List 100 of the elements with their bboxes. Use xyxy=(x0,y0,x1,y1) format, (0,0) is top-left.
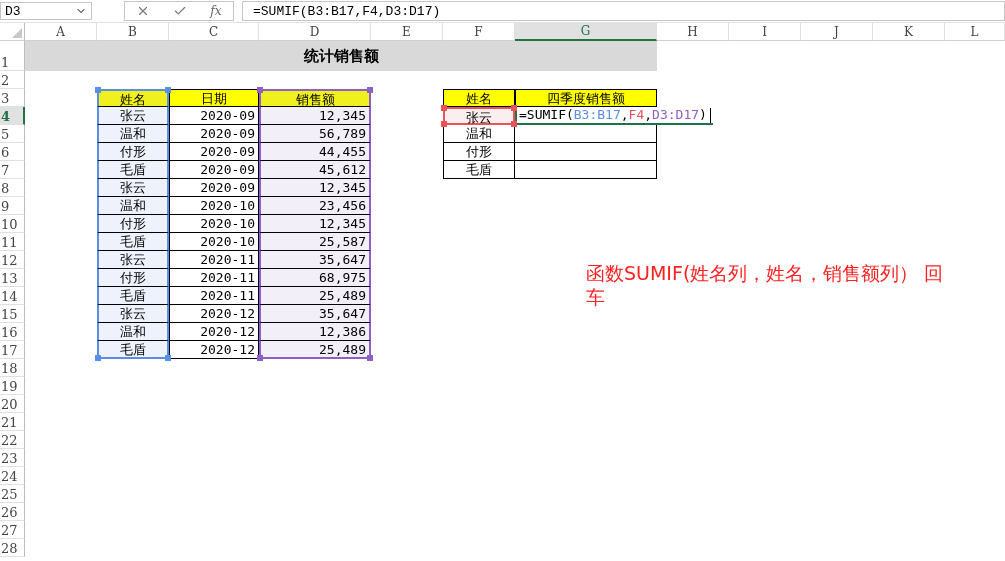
row-header[interactable]: 6 xyxy=(0,143,25,161)
table-cell: 毛盾 xyxy=(97,161,169,179)
row-header[interactable]: 5 xyxy=(0,125,25,143)
table-cell: 35,647 xyxy=(259,305,371,323)
table-cell: 2020-12 xyxy=(169,323,259,341)
column-header[interactable]: D xyxy=(259,23,371,41)
table-cell: 张云 xyxy=(97,179,169,197)
range-handle[interactable] xyxy=(511,105,517,111)
table-cell: 张云 xyxy=(443,107,515,125)
table-cell: 2020-11 xyxy=(169,287,259,305)
range-handle[interactable] xyxy=(257,355,263,361)
range-handle[interactable] xyxy=(441,105,447,111)
row-header[interactable]: 14 xyxy=(0,287,25,305)
column-header[interactable]: F xyxy=(443,23,515,41)
row-header[interactable]: 26 xyxy=(0,503,25,521)
function-button[interactable]: fx xyxy=(210,4,222,18)
row-header[interactable]: 16 xyxy=(0,323,25,341)
table-cell: 温和 xyxy=(97,323,169,341)
header-cell: 四季度销售额 xyxy=(515,89,657,107)
range-handle[interactable] xyxy=(165,355,171,361)
row-header[interactable]: 20 xyxy=(0,395,25,413)
row-header[interactable]: 12 xyxy=(0,251,25,269)
table-cell: 2020-09 xyxy=(169,107,259,125)
row-header[interactable]: 21 xyxy=(0,413,25,431)
column-header[interactable]: C xyxy=(169,23,259,41)
range-handle[interactable] xyxy=(95,87,101,93)
table-cell: 2020-12 xyxy=(169,341,259,359)
name-box[interactable]: D3 xyxy=(0,2,92,20)
row-header[interactable]: 7 xyxy=(0,161,25,179)
row-header[interactable]: 22 xyxy=(0,431,25,449)
column-header[interactable]: J xyxy=(801,23,873,41)
table-cell: 12,345 xyxy=(259,179,371,197)
table-cell: 毛盾 xyxy=(97,341,169,359)
title-cell: 统计销售额 xyxy=(25,41,657,71)
table-cell: 付形 xyxy=(97,215,169,233)
table-cell: 张云 xyxy=(97,107,169,125)
table-cell: 2020-09 xyxy=(169,179,259,197)
column-header[interactable]: E xyxy=(371,23,443,41)
row-header[interactable]: 18 xyxy=(0,359,25,377)
table-cell: 毛盾 xyxy=(443,161,515,179)
table-cell: 23,456 xyxy=(259,197,371,215)
row-header[interactable]: 4 xyxy=(0,107,25,125)
table-cell: 12,345 xyxy=(259,107,371,125)
table-cell: 68,975 xyxy=(259,269,371,287)
column-header[interactable]: B xyxy=(97,23,169,41)
row-header[interactable]: 27 xyxy=(0,521,25,539)
row-header[interactable]: 9 xyxy=(0,197,25,215)
range-handle[interactable] xyxy=(367,87,373,93)
table-cell: 35,647 xyxy=(259,251,371,269)
annotation-text: 函数SUMIF(姓名列，姓名，销售额列） 回车 xyxy=(585,261,945,310)
table-cell: 45,612 xyxy=(259,161,371,179)
range-handle[interactable] xyxy=(95,355,101,361)
table-cell: 毛盾 xyxy=(97,287,169,305)
header-cell: 姓名 xyxy=(443,89,515,107)
table-cell: 2020-09 xyxy=(169,143,259,161)
column-header[interactable]: A xyxy=(25,23,97,41)
row-header[interactable]: 24 xyxy=(0,467,25,485)
formula-editor[interactable]: =SUMIF(B3:B17,F4,D3:D17) xyxy=(515,107,713,125)
column-header[interactable]: H xyxy=(657,23,729,41)
row-header[interactable]: 15 xyxy=(0,305,25,323)
table-cell: 温和 xyxy=(97,197,169,215)
table-cell: 2020-10 xyxy=(169,215,259,233)
column-header[interactable]: K xyxy=(873,23,945,41)
range-handle[interactable] xyxy=(511,121,517,127)
table-cell: 2020-10 xyxy=(169,233,259,251)
row-header[interactable]: 2 xyxy=(0,71,25,89)
column-header[interactable]: L xyxy=(945,23,1005,41)
table-cell: 2020-11 xyxy=(169,269,259,287)
row-header[interactable]: 17 xyxy=(0,341,25,359)
row-header[interactable]: 25 xyxy=(0,485,25,503)
row-header[interactable]: 19 xyxy=(0,377,25,395)
select-all-icon[interactable] xyxy=(12,28,22,38)
row-header[interactable]: 28 xyxy=(0,539,25,557)
formula-field[interactable]: =SUMIF(B3:B17,F4,D3:D17) xyxy=(242,1,1005,21)
row-header[interactable]: 11 xyxy=(0,233,25,251)
row-header[interactable]: 13 xyxy=(0,269,25,287)
range-handle[interactable] xyxy=(441,121,447,127)
table-cell: 2020-09 xyxy=(169,125,259,143)
row-header[interactable]: 3 xyxy=(0,89,25,107)
row-header[interactable]: 10 xyxy=(0,215,25,233)
header-cell: 姓名 xyxy=(97,89,169,107)
row-header[interactable]: 1 xyxy=(0,41,25,71)
table-cell: 温和 xyxy=(97,125,169,143)
table-cell: 2020-11 xyxy=(169,251,259,269)
check-icon[interactable] xyxy=(173,4,188,18)
table-cell: 2020-10 xyxy=(169,197,259,215)
range-handle[interactable] xyxy=(367,355,373,361)
table-cell: 温和 xyxy=(443,125,515,143)
range-handle[interactable] xyxy=(257,87,263,93)
table-cell: 付形 xyxy=(443,143,515,161)
column-header[interactable]: G xyxy=(515,23,657,41)
range-handle[interactable] xyxy=(165,87,171,93)
row-header[interactable]: 8 xyxy=(0,179,25,197)
table-cell: 56,789 xyxy=(259,125,371,143)
table-cell: 毛盾 xyxy=(97,233,169,251)
row-header[interactable]: 23 xyxy=(0,449,25,467)
table-cell: 25,489 xyxy=(259,341,371,359)
table-cell: 44,455 xyxy=(259,143,371,161)
table-cell: 2020-09 xyxy=(169,161,259,179)
column-header[interactable]: I xyxy=(729,23,801,41)
